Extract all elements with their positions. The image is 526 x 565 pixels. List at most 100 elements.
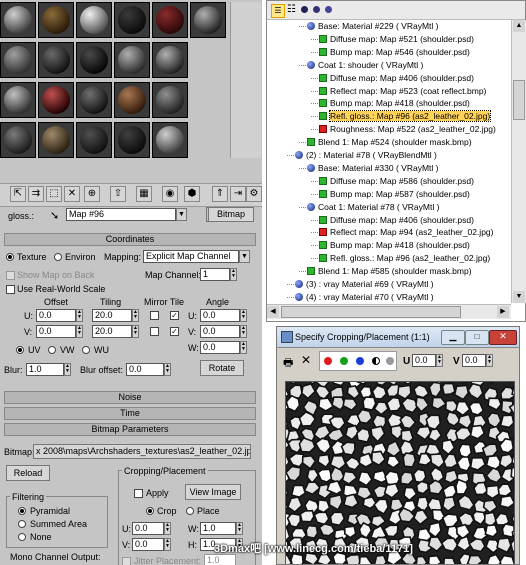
material-navigator-icon[interactable]: ⚙ xyxy=(246,186,262,202)
pick-material-icon[interactable]: ➘ xyxy=(50,209,59,222)
blur-offset-field[interactable]: 0.0 xyxy=(126,363,164,376)
map-name-field[interactable]: Map #96 xyxy=(66,208,176,221)
material-sample-slot[interactable] xyxy=(76,82,112,118)
crop-u-spinner[interactable]: ▲ ▼ xyxy=(164,522,171,535)
summed-area-radio[interactable] xyxy=(18,520,26,528)
angle-u-spinner[interactable]: ▲ ▼ xyxy=(240,309,247,322)
tiling-v-field[interactable]: 20.0 xyxy=(92,325,132,338)
material-sample-slot[interactable] xyxy=(152,122,188,158)
tree-row[interactable]: Diffuse map: Map #586 (shoulder.psd) xyxy=(311,175,474,187)
material-sample-slot[interactable] xyxy=(76,42,112,78)
material-sample-slot[interactable] xyxy=(190,2,226,38)
none-radio[interactable] xyxy=(18,533,26,541)
crop-u-field[interactable]: 0.0 xyxy=(132,522,164,535)
material-sample-slot[interactable] xyxy=(152,82,188,118)
tree-row[interactable]: Coat 1: Material #78 ( VRayMtl ) xyxy=(299,201,439,213)
alpha-channel-icon[interactable] xyxy=(372,357,380,365)
hscroll-thumb[interactable] xyxy=(281,306,461,318)
tiling-u-spinner[interactable]: ▲ ▼ xyxy=(132,309,139,322)
horizontal-scrollbar[interactable]: ◀ ▶ xyxy=(267,304,511,319)
crop-radio[interactable] xyxy=(146,507,154,515)
go-to-parent-icon[interactable]: ⇑ xyxy=(212,186,228,202)
close-button[interactable]: ✕ xyxy=(489,330,517,345)
assign-icon[interactable]: ⬚ xyxy=(46,186,62,202)
tree-view-icon[interactable]: ☷ xyxy=(287,4,296,16)
tile-v-checkbox[interactable]: ✓ xyxy=(170,327,179,336)
real-world-scale-checkbox[interactable] xyxy=(6,285,15,294)
mirror-v-checkbox[interactable] xyxy=(150,327,159,336)
show-map-icon[interactable]: ◉ xyxy=(162,186,178,202)
tree-row[interactable]: Reflect map: Map #94 (as2_leather_02.jpg… xyxy=(311,226,493,238)
material-ball-icon[interactable] xyxy=(301,6,308,13)
offset-u-spinner[interactable]: ▲ ▼ xyxy=(76,309,83,322)
material-sample-slot[interactable] xyxy=(0,2,36,38)
tree-row[interactable]: Refl. gloss.: Map #96 (as2_leather_02.jp… xyxy=(311,110,492,123)
put-to-library-icon[interactable]: ⇧ xyxy=(110,186,126,202)
green-channel-icon[interactable] xyxy=(340,357,348,365)
angle-v-spinner[interactable]: ▲ ▼ xyxy=(240,325,247,338)
angle-w-spinner[interactable]: ▲ ▼ xyxy=(240,341,247,354)
map-type-button[interactable]: Bitmap xyxy=(208,207,254,222)
apply-checkbox[interactable] xyxy=(134,489,143,498)
tree-row[interactable]: Bump map: Map #418 (shoulder.psd) xyxy=(311,239,470,251)
material-ball-icon-2[interactable] xyxy=(313,6,320,13)
wu-radio[interactable] xyxy=(82,346,90,354)
print-icon[interactable]: 🖶 xyxy=(283,354,293,373)
mono-channel-icon[interactable] xyxy=(386,357,394,365)
tree-row[interactable]: Base: Material #229 ( VRayMtl ) xyxy=(299,20,438,32)
tree-row[interactable]: Blend 1: Map #524 (shoulder mask.bmp) xyxy=(299,136,472,148)
material-sample-slot[interactable] xyxy=(38,2,74,38)
reset-map-icon[interactable]: ✕ xyxy=(64,186,80,202)
tree-row[interactable]: (2) : Material #78 ( VRayBlendMtl ) xyxy=(287,149,437,161)
tree-row[interactable]: Roughness: Map #522 (as2_leather_02.jpg) xyxy=(311,123,496,135)
texture-radio[interactable] xyxy=(6,253,14,261)
crop-v-field[interactable]: 0.0 xyxy=(132,538,164,551)
tree-row[interactable]: Reflect map: Map #523 (coat reflect.bmp) xyxy=(311,85,486,97)
map-name-dropdown-icon[interactable]: ▼ xyxy=(176,208,187,221)
offset-u-field[interactable]: 0.0 xyxy=(36,309,76,322)
material-sample-slot[interactable] xyxy=(0,122,36,158)
environ-radio[interactable] xyxy=(54,253,62,261)
mapping-select[interactable]: Explicit Map Channel xyxy=(143,250,239,263)
list-view-icon[interactable]: ☰ xyxy=(271,4,285,18)
time-rollout[interactable]: Time xyxy=(4,407,256,420)
put-to-scene-icon[interactable]: ⇉ xyxy=(28,186,44,202)
material-sample-slot[interactable] xyxy=(114,2,150,38)
material-sample-slot[interactable] xyxy=(114,82,150,118)
material-sample-slot[interactable] xyxy=(76,2,112,38)
crop-window-u-field[interactable]: 0.0 xyxy=(412,354,436,367)
tree-row[interactable]: Coat 1: shouder ( VRayMtl ) xyxy=(299,59,423,71)
show-end-result-icon[interactable]: ⬢ xyxy=(184,186,200,202)
crop-window-v-spinner[interactable]: ▲ ▼ xyxy=(486,354,493,367)
vertical-scrollbar[interactable]: ▲ ▼ xyxy=(511,20,526,303)
jitter-checkbox[interactable] xyxy=(122,557,131,565)
uv-radio[interactable] xyxy=(16,346,24,354)
blur-spinner[interactable]: ▲ ▼ xyxy=(64,363,71,376)
material-sample-slot[interactable] xyxy=(0,82,36,118)
material-sample-slot[interactable] xyxy=(38,82,74,118)
angle-v-field[interactable]: 0.0 xyxy=(200,325,240,338)
blue-channel-icon[interactable] xyxy=(356,357,364,365)
tree-row[interactable]: Bump map: Map #418 (shoulder.psd) xyxy=(311,97,470,109)
offset-v-spinner[interactable]: ▲ ▼ xyxy=(76,325,83,338)
coordinates-rollout[interactable]: Coordinates xyxy=(4,233,256,246)
scroll-thumb[interactable] xyxy=(513,80,525,120)
map-channel-field[interactable]: 1 xyxy=(200,268,230,281)
material-sample-slot[interactable] xyxy=(38,122,74,158)
show-map-on-back-checkbox[interactable] xyxy=(6,271,15,280)
angle-w-field[interactable]: 0.0 xyxy=(200,341,240,354)
clear-icon[interactable]: ✕ xyxy=(301,353,311,367)
leather-texture-preview[interactable] xyxy=(285,381,515,564)
tiling-u-field[interactable]: 20.0 xyxy=(92,309,132,322)
angle-u-field[interactable]: 0.0 xyxy=(200,309,240,322)
get-material-icon[interactable]: ⇱ xyxy=(10,186,26,202)
bitmap-path-button[interactable]: x 2008\maps\Archshaders_textures\as2_lea… xyxy=(33,444,251,459)
scroll-right-icon[interactable]: ▶ xyxy=(497,306,509,318)
red-channel-icon[interactable] xyxy=(324,357,332,365)
tiling-v-spinner[interactable]: ▲ ▼ xyxy=(132,325,139,338)
material-sample-slot[interactable] xyxy=(152,42,188,78)
tree-row[interactable]: Diffuse map: Map #406 (shoulder.psd) xyxy=(311,214,474,226)
tree-row[interactable]: (4) : vray Material #70 ( VRayMtl ) xyxy=(287,291,434,303)
offset-v-field[interactable]: 0.0 xyxy=(36,325,76,338)
blur-field[interactable]: 1.0 xyxy=(26,363,64,376)
